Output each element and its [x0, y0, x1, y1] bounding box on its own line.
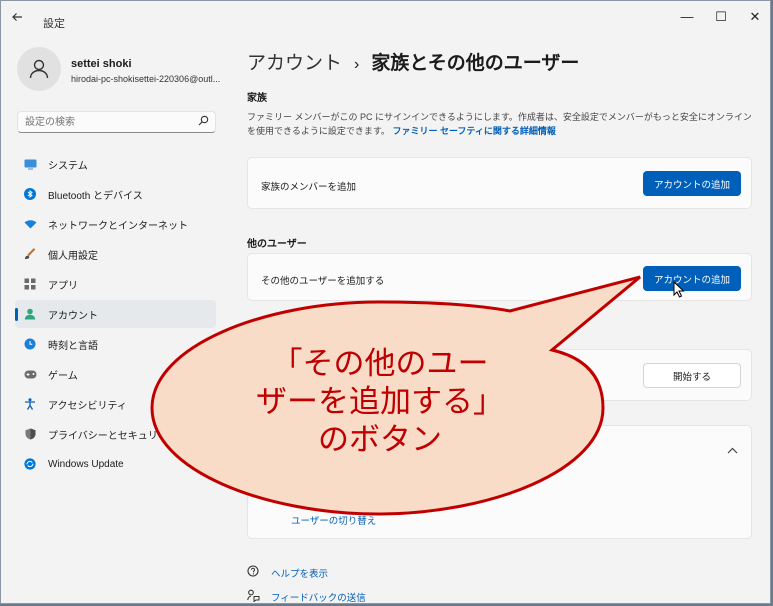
settings-search[interactable]	[17, 111, 216, 133]
sidebar-item-label: ネットワークとインターネット	[48, 220, 188, 232]
switch-user-link[interactable]: ユーザーの切り替え	[291, 513, 376, 527]
wifi-icon	[23, 217, 37, 231]
bluetooth-icon	[23, 187, 37, 201]
other-users-heading: 他のユーザー	[247, 239, 307, 250]
sidebar-item-apps[interactable]: アプリ	[15, 270, 216, 298]
create-local-account-link[interactable]: ローカル ユーザー アカウントの作成	[291, 490, 448, 504]
search-input[interactable]	[18, 112, 188, 132]
monitor-icon	[23, 157, 37, 171]
get-help-link[interactable]: ヘルプを表示	[247, 565, 328, 581]
callout-text: 「その他のユー ザーを追加する」 のボタン	[200, 345, 560, 459]
arrow-left-icon	[12, 13, 22, 21]
sidebar-item-privacy[interactable]: プライバシーとセキュリティ	[15, 420, 216, 448]
person-icon	[23, 307, 37, 321]
sidebar-item-network[interactable]: ネットワークとインターネット	[15, 210, 216, 238]
kiosk-start-button[interactable]: 開始する	[643, 363, 741, 388]
page-title: 家族とその他のユーザー	[371, 53, 580, 74]
user-icon	[29, 59, 49, 79]
sidebar-item-label: アカウント	[48, 310, 98, 322]
sidebar-item-label: ゲーム	[48, 370, 78, 382]
title-bar: 設定 — ☐ ✕	[1, 1, 770, 37]
sidebar-item-label: 個人用設定	[48, 250, 98, 262]
feedback-label: フィードバックの送信	[271, 593, 366, 604]
sidebar-item-label: Bluetooth とデバイス	[48, 190, 143, 202]
sidebar-item-windows-update[interactable]: Windows Update	[15, 450, 216, 478]
callout-line: 「その他のユー	[271, 346, 489, 382]
family-safety-link[interactable]: ファミリー セーフティに関する詳細情報	[392, 126, 555, 136]
sidebar-item-label: Windows Update	[48, 458, 124, 470]
accessibility-icon	[23, 397, 37, 411]
breadcrumb-parent[interactable]: アカウント	[247, 53, 342, 74]
sidebar-item-label: アクセシビリティ	[48, 400, 127, 412]
search-icon[interactable]	[198, 115, 209, 129]
sidebar-item-accessibility[interactable]: アクセシビリティ	[15, 390, 216, 418]
profile-name: settei shoki	[71, 58, 132, 70]
sidebar-nav: システム Bluetooth とデバイス ネットワークとインターネット 個人用設…	[15, 150, 216, 480]
sidebar-item-time-language[interactable]: 時刻と言語	[15, 330, 216, 358]
callout-line: ザーを追加する」	[256, 384, 504, 420]
sidebar-item-label: 時刻と言語	[48, 340, 98, 352]
sidebar-item-gaming[interactable]: ゲーム	[15, 360, 216, 388]
shield-icon	[23, 427, 37, 441]
minimize-button[interactable]: —	[677, 9, 697, 24]
close-button[interactable]: ✕	[745, 9, 765, 25]
sidebar-item-accounts[interactable]: アカウント	[15, 300, 216, 328]
back-button[interactable]	[11, 11, 23, 26]
sidebar-item-bluetooth[interactable]: Bluetooth とデバイス	[15, 180, 216, 208]
sidebar-item-label: システム	[48, 160, 88, 172]
brush-icon	[23, 247, 37, 261]
help-icon	[247, 565, 263, 581]
sidebar-item-label: プライバシーとセキュリティ	[48, 430, 178, 442]
feedback-link[interactable]: フィードバックの送信	[247, 589, 366, 605]
add-other-user-label: その他のユーザーを追加する	[261, 276, 385, 287]
kiosk-heading: キ	[247, 333, 257, 344]
add-family-card: 家族のメンバーを追加 アカウントの追加	[247, 157, 752, 209]
sidebar-item-personalization[interactable]: 個人用設定	[15, 240, 216, 268]
feedback-icon	[247, 589, 263, 605]
get-help-label: ヘルプを表示	[271, 569, 329, 580]
user-profile[interactable]: settei shoki hirodai-pc-shokisettei-2203…	[17, 47, 227, 93]
gamepad-icon	[23, 367, 37, 381]
callout-line: のボタン	[318, 422, 442, 458]
settings-window: 設定 — ☐ ✕ settei shoki hirodai-pc-shokise…	[0, 0, 771, 604]
add-family-label: 家族のメンバーを追加	[261, 182, 357, 193]
sidebar-item-label: アプリ	[48, 280, 78, 292]
update-icon	[23, 457, 37, 471]
apps-icon	[23, 277, 37, 291]
avatar	[17, 47, 61, 91]
add-family-account-button[interactable]: アカウントの追加	[643, 171, 741, 196]
breadcrumb-separator: ›	[354, 56, 360, 73]
sidebar-item-system[interactable]: システム	[15, 150, 216, 178]
window-title: 設定	[43, 18, 65, 30]
family-heading: 家族	[247, 93, 267, 104]
maximize-button[interactable]: ☐	[711, 9, 731, 25]
add-other-user-account-button[interactable]: アカウントの追加	[643, 266, 741, 291]
profile-email: hirodai-pc-shokisettei-220306@outl...	[71, 74, 221, 84]
chevron-up-icon[interactable]	[727, 442, 738, 457]
mouse-cursor-icon	[673, 281, 685, 298]
breadcrumb: アカウント › 家族とその他のユーザー	[247, 48, 579, 75]
family-description: ファミリー メンバーがこの PC にサインインできるようにします。作成者は、安全…	[247, 110, 752, 138]
globe-clock-icon	[23, 337, 37, 351]
